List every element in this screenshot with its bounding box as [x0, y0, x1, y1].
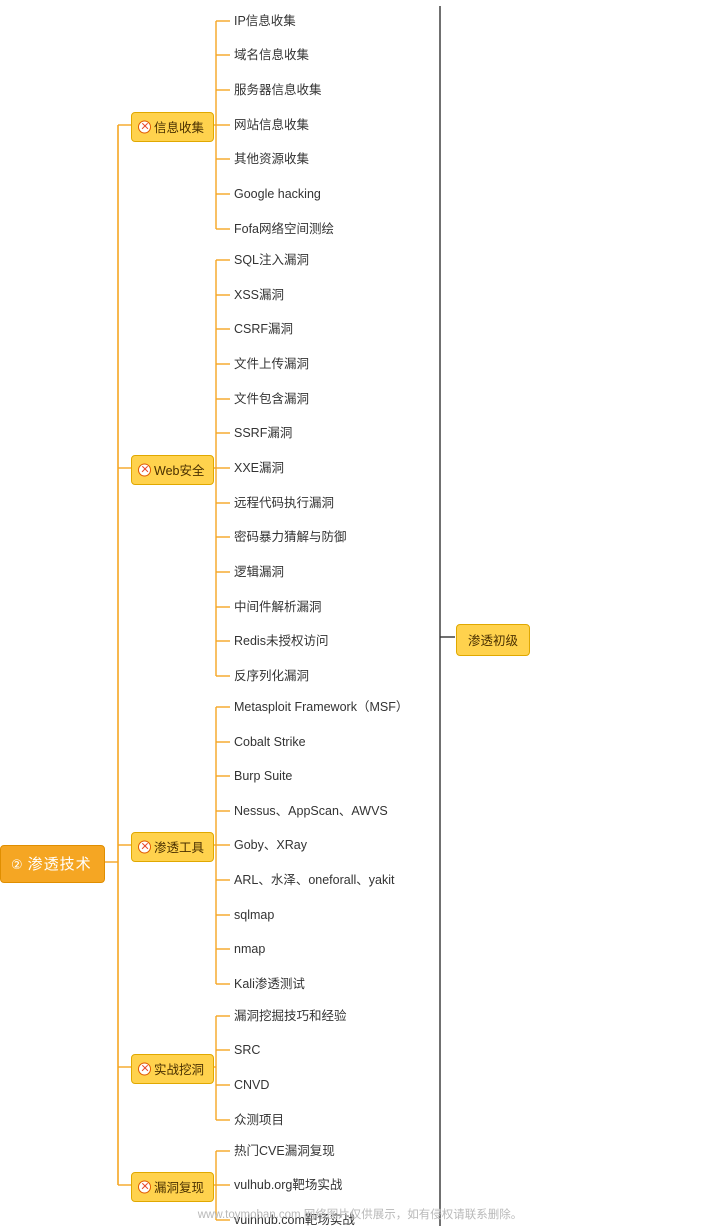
leaf-node[interactable]: Nessus、AppScan、AWVS [234, 804, 388, 818]
leaf-node[interactable]: Fofa网络空间测绘 [234, 222, 334, 236]
leaf-node[interactable]: 热门CVE漏洞复现 [234, 1144, 335, 1158]
leaf-node[interactable]: Redis未授权访问 [234, 634, 328, 648]
collapse-icon[interactable] [138, 840, 151, 854]
root-node-label: 渗透技术 [27, 856, 92, 873]
branch-node-label: 渗透工具 [154, 841, 205, 855]
leaf-node[interactable]: 其他资源收集 [234, 152, 309, 166]
leaf-node[interactable]: Goby、XRay [234, 838, 307, 852]
leaf-node[interactable]: Burp Suite [234, 769, 292, 783]
leaf-node[interactable]: SRC [234, 1043, 260, 1057]
leaf-node[interactable]: ARL、水泽、oneforall、yakit [234, 873, 394, 887]
leaf-node[interactable]: XXE漏洞 [234, 461, 284, 475]
collapse-icon[interactable] [138, 1062, 151, 1076]
leaf-node[interactable]: XSS漏洞 [234, 288, 284, 302]
leaf-node[interactable]: CNVD [234, 1078, 269, 1092]
branch-node-web-security[interactable]: Web安全 [131, 455, 215, 485]
leaf-node[interactable]: Metasploit Framework（MSF） [234, 700, 408, 714]
leaf-node[interactable]: 文件上传漏洞 [234, 357, 309, 371]
side-node-beginner[interactable]: 渗透初级 [456, 624, 531, 656]
leaf-node[interactable]: Kali渗透测试 [234, 977, 305, 991]
leaf-node[interactable]: Cobalt Strike [234, 735, 306, 749]
branch-node-pentest-tools[interactable]: 渗透工具 [131, 832, 215, 862]
leaf-node[interactable]: sqlmap [234, 908, 274, 922]
branch-node-vuln-reproduction[interactable]: 漏洞复现 [131, 1172, 215, 1202]
leaf-node[interactable]: CSRF漏洞 [234, 322, 293, 336]
leaf-node[interactable]: vulhub.org靶场实战 [234, 1178, 342, 1192]
leaf-node[interactable]: 服务器信息收集 [234, 83, 322, 97]
leaf-node[interactable]: 漏洞挖掘技巧和经验 [234, 1009, 347, 1023]
branch-node-real-world-hunting[interactable]: 实战挖洞 [131, 1054, 215, 1084]
branch-node-label: 实战挖洞 [154, 1063, 205, 1077]
mindmap-connectors [105, 6, 455, 1226]
leaf-node[interactable]: Google hacking [234, 187, 321, 201]
branch-node-label: Web安全 [154, 464, 205, 478]
leaf-node[interactable]: SSRF漏洞 [234, 426, 292, 440]
leaf-node[interactable]: 域名信息收集 [234, 48, 309, 62]
branch-node-label: 信息收集 [154, 121, 205, 135]
mindmap-canvas: ② 渗透技术 渗透初级 信息收集 Web安全 渗透工具 实战挖洞 漏洞复现 IP信… [0, 0, 720, 1227]
leaf-node[interactable]: nmap [234, 942, 265, 956]
watermark-text: www.toymoban.com 网络图片仅供展示，如有侵权请联系删除。 [197, 1209, 523, 1221]
leaf-node[interactable]: 反序列化漏洞 [234, 669, 309, 683]
leaf-node[interactable]: IP信息收集 [234, 14, 296, 28]
collapse-icon[interactable] [138, 1180, 151, 1194]
root-node-number: ② [11, 857, 24, 872]
leaf-node[interactable]: 众测项目 [234, 1113, 284, 1127]
leaf-node[interactable]: 密码暴力猜解与防御 [234, 530, 347, 544]
leaf-node[interactable]: 逻辑漏洞 [234, 565, 284, 579]
branch-node-label: 漏洞复现 [154, 1181, 205, 1195]
leaf-node[interactable]: 中间件解析漏洞 [234, 600, 322, 614]
collapse-icon[interactable] [138, 120, 151, 134]
root-node[interactable]: ② 渗透技术 [0, 845, 105, 883]
leaf-node[interactable]: 网站信息收集 [234, 118, 309, 132]
leaf-node[interactable]: 文件包含漏洞 [234, 392, 309, 406]
leaf-node[interactable]: SQL注入漏洞 [234, 253, 309, 267]
collapse-icon[interactable] [138, 463, 151, 477]
leaf-node[interactable]: 远程代码执行漏洞 [234, 496, 334, 510]
side-node-label: 渗透初级 [468, 634, 519, 648]
branch-node-info-gathering[interactable]: 信息收集 [131, 112, 215, 142]
